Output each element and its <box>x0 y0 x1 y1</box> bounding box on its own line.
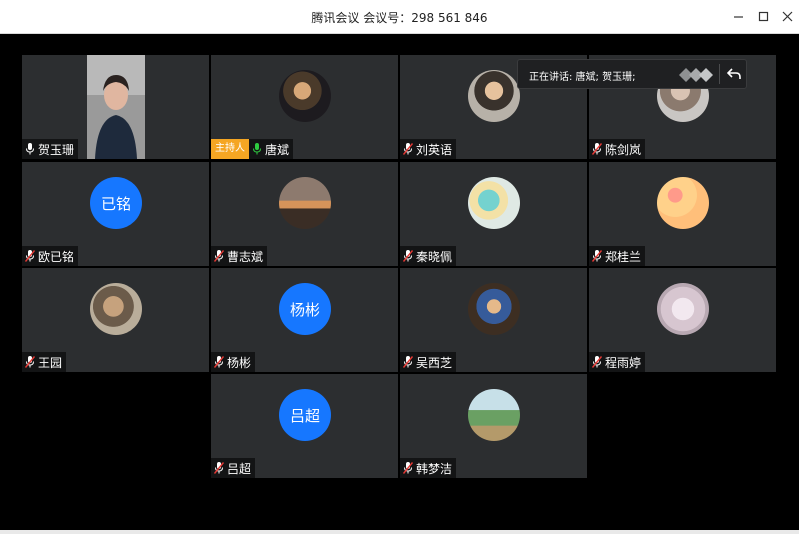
bottom-border <box>0 530 799 534</box>
name-label-box: 唐斌 <box>249 139 294 159</box>
avatar <box>468 283 520 335</box>
participant-name: 吕超 <box>227 461 252 476</box>
mic-muted-icon <box>402 142 416 156</box>
mic-muted-icon <box>402 355 416 369</box>
participant-tile[interactable]: 已铭欧已铭 <box>22 162 209 266</box>
participant-name: 欧已铭 <box>38 249 75 264</box>
avatar <box>657 283 709 335</box>
name-label-box: 贺玉珊 <box>22 139 79 159</box>
name-label-box: 陈剑岚 <box>589 139 646 159</box>
participant-name: 秦晓佩 <box>416 249 453 264</box>
divider <box>719 64 720 84</box>
name-label-box: 曹志斌 <box>211 246 268 266</box>
speaking-cubes-icon <box>679 68 713 82</box>
participant-namebar: 王园 <box>22 352 67 372</box>
mic-icon <box>24 142 38 156</box>
mic-muted-icon <box>591 249 605 263</box>
host-badge: 主持人 <box>211 139 249 159</box>
participant-name: 刘英语 <box>416 142 453 157</box>
participant-tile[interactable]: 吕超 吕超 <box>211 374 398 478</box>
speaking-banner: 正在讲话: 唐斌; 贺玉珊; <box>517 59 747 89</box>
participant-namebar: 秦晓佩 <box>400 246 457 266</box>
participant-tile[interactable]: 韩梦洁 <box>400 374 587 478</box>
participant-tile[interactable]: 王园 <box>22 268 209 372</box>
participant-name: 程雨婷 <box>605 355 642 370</box>
participant-namebar: 吕超 <box>211 458 256 478</box>
avatar <box>468 389 520 441</box>
avatar <box>279 70 331 122</box>
speaking-text: 正在讲话: 唐斌; 贺玉珊; <box>529 72 636 83</box>
mic-muted-icon <box>591 142 605 156</box>
avatar <box>90 283 142 335</box>
mic-icon <box>251 142 265 156</box>
name-label-box: 欧已铭 <box>22 246 79 266</box>
participant-name: 曹志斌 <box>227 249 264 264</box>
mic-muted-icon <box>591 355 605 369</box>
participant-tile[interactable]: 杨彬 杨彬 <box>211 268 398 372</box>
participant-tile[interactable]: 曹志斌 <box>211 162 398 266</box>
participant-namebar: 郑桂兰 <box>589 246 646 266</box>
mic-muted-icon <box>213 461 227 475</box>
mic-muted-icon <box>402 461 416 475</box>
mic-muted-icon <box>402 249 416 263</box>
name-label-box: 刘英语 <box>400 139 457 159</box>
participant-tile[interactable]: 程雨婷 <box>589 268 776 372</box>
participant-name: 王园 <box>38 355 63 370</box>
avatar: 已铭 <box>90 177 142 229</box>
mic-muted-icon <box>213 249 227 263</box>
avatar <box>468 177 520 229</box>
maximize-icon[interactable] <box>752 5 774 27</box>
name-label-box: 杨彬 <box>211 352 256 372</box>
participant-tile[interactable]: 贺玉珊 <box>22 55 209 159</box>
participant-namebar: 主持人 唐斌 <box>211 139 294 159</box>
mic-muted-icon <box>213 355 227 369</box>
avatar: 吕超 <box>279 389 331 441</box>
avatar <box>279 177 331 229</box>
participant-namebar: 程雨婷 <box>589 352 646 372</box>
participant-namebar: 曹志斌 <box>211 246 268 266</box>
name-label-box: 秦晓佩 <box>400 246 457 266</box>
participant-name: 杨彬 <box>227 355 252 370</box>
name-label-box: 王园 <box>22 352 67 372</box>
participant-name: 陈剑岚 <box>605 142 642 157</box>
participant-namebar: 韩梦洁 <box>400 458 457 478</box>
participant-namebar: 贺玉珊 <box>22 139 79 159</box>
avatar: 杨彬 <box>279 283 331 335</box>
participant-namebar: 杨彬 <box>211 352 256 372</box>
close-icon[interactable] <box>776 5 798 27</box>
participant-tile[interactable]: 秦晓佩 <box>400 162 587 266</box>
avatar <box>657 177 709 229</box>
participant-namebar: 吴西芝 <box>400 352 457 372</box>
participant-name: 郑桂兰 <box>605 249 642 264</box>
mic-muted-icon <box>24 355 38 369</box>
name-label-box: 郑桂兰 <box>589 246 646 266</box>
minimize-icon[interactable] <box>727 5 749 27</box>
avatar <box>468 70 520 122</box>
video-feed <box>87 55 145 159</box>
participant-name: 韩梦洁 <box>416 461 453 476</box>
participant-tile[interactable]: 主持人 唐斌 <box>211 55 398 159</box>
window-title: 腾讯会议 会议号：298 561 846 <box>311 11 488 25</box>
name-label-box: 吕超 <box>211 458 256 478</box>
participant-namebar: 欧已铭 <box>22 246 79 266</box>
participant-namebar: 刘英语 <box>400 139 457 159</box>
name-label-box: 韩梦洁 <box>400 458 457 478</box>
name-label-box: 程雨婷 <box>589 352 646 372</box>
participant-name: 贺玉珊 <box>38 142 75 157</box>
participant-namebar: 陈剑岚 <box>589 139 646 159</box>
participant-tile[interactable]: 吴西芝 <box>400 268 587 372</box>
participant-name: 唐斌 <box>265 142 290 157</box>
mic-muted-icon <box>24 249 38 263</box>
title-bar: 腾讯会议 会议号：298 561 846 <box>0 0 799 34</box>
participant-tile[interactable]: 郑桂兰 <box>589 162 776 266</box>
participant-name: 吴西芝 <box>416 355 453 370</box>
return-arrow-icon[interactable] <box>724 63 744 85</box>
name-label-box: 吴西芝 <box>400 352 457 372</box>
